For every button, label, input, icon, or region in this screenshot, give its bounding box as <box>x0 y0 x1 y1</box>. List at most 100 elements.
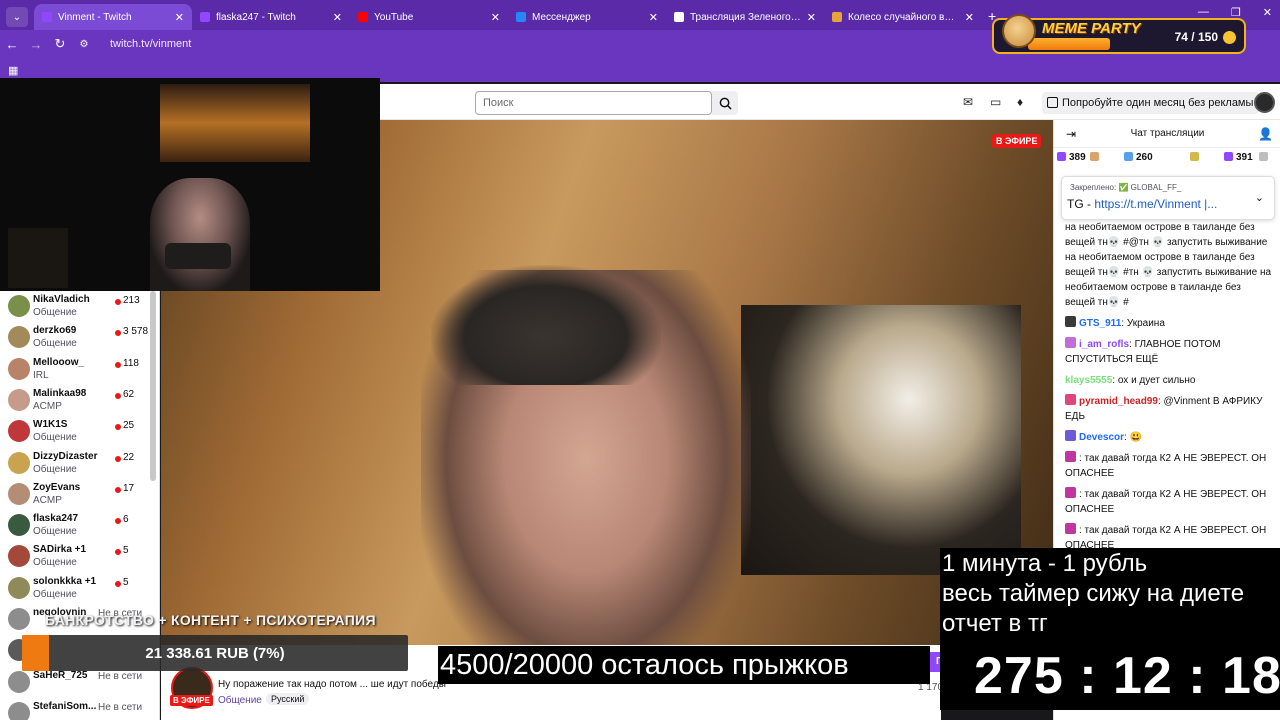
search-button[interactable] <box>712 91 738 115</box>
chat-username[interactable]: Devescor <box>1079 432 1124 443</box>
tab-close-icon[interactable]: ✕ <box>175 11 184 24</box>
chat-message: : так давай тогда К2 А НЕ ЭВЕРЕСТ. ОН ОП… <box>1065 451 1273 481</box>
tab-title: Трансляция Зеленого Слоника <box>690 11 801 23</box>
sidebar-channel[interactable]: ZoyEvans ACMP 17 <box>0 479 150 510</box>
back-icon[interactable]: ← <box>0 37 24 52</box>
chat-username[interactable]: klays5555 <box>1065 375 1112 386</box>
sidebar-channel[interactable]: solonkkka +1 Общение 5 <box>0 573 150 604</box>
tab-close-icon[interactable]: ✕ <box>491 11 500 24</box>
stream-tag[interactable]: Русский <box>266 693 310 705</box>
chat-badge-icon <box>1065 523 1076 534</box>
user-avatar[interactable] <box>1254 92 1275 113</box>
channel-game: Общение <box>33 432 77 444</box>
stream-title: Ну поражение так надо потом ... ше идут … <box>218 679 446 690</box>
browser-tab[interactable]: Мессенджер ✕ <box>508 4 666 30</box>
forward-icon[interactable]: → <box>24 37 48 52</box>
chat-username[interactable]: GTS_911 <box>1079 318 1121 329</box>
channel-game: Общение <box>33 463 77 475</box>
browser-tab[interactable]: Трансляция Зеленого Слоника ✕ <box>666 4 824 30</box>
sidebar-scrollbar[interactable] <box>150 291 156 481</box>
coin-icon <box>1223 31 1236 44</box>
apps-grid-icon[interactable]: ▦ <box>8 64 18 77</box>
pinned-text: TG - https://t.me/Vinment |... <box>1067 197 1217 211</box>
collapse-chat-icon[interactable]: ⇥ <box>1066 127 1076 141</box>
chevron-down-icon[interactable]: ⌄ <box>1255 191 1264 204</box>
gift-icon <box>1190 152 1199 161</box>
sidebar-channel[interactable]: SaHeR_725 Не в сети <box>0 667 150 698</box>
sidebar-channel[interactable]: DizzyDizaster Общение 22 <box>0 448 150 479</box>
tab-close-icon[interactable]: ✕ <box>807 11 816 24</box>
browser-tab[interactable]: YouTube ✕ <box>350 4 508 30</box>
channel-viewers: 213 <box>123 295 140 306</box>
tab-title: Колесо случайного выбора – <box>848 11 959 23</box>
sidebar-channel[interactable]: NikaVladich Общение 213 <box>0 291 150 322</box>
sidebar-channel[interactable]: derzko69 Общение 3 578 <box>0 322 150 353</box>
chat-message: : так давай тогда К2 А НЕ ЭВЕРЕСТ. ОН ОП… <box>1065 487 1273 517</box>
channel-name: flaska247 <box>33 513 79 525</box>
sidebar-channel[interactable]: Mellooow_ IRL 118 <box>0 354 150 385</box>
screen: ⌄ Vinment - Twitch ✕ flaska247 - Twitch ✕ Yo… <box>0 0 1280 720</box>
sidebar-channel[interactable]: Malinkaa98 ACMP 62 <box>0 385 150 416</box>
tab-title: Vinment - Twitch <box>58 11 132 23</box>
tab-close-icon[interactable]: ✕ <box>965 11 974 24</box>
browser-tab[interactable]: Vinment - Twitch ✕ <box>34 4 192 30</box>
reload-icon[interactable]: ↻ <box>48 36 72 52</box>
tab-search-button[interactable]: ⌄ <box>6 7 28 27</box>
stream-category[interactable]: Общение <box>218 695 262 706</box>
channel-game: Общение <box>33 588 77 600</box>
site-info-icon[interactable]: ⚙ <box>72 39 96 50</box>
inbox-icon[interactable]: ✉ <box>963 95 973 109</box>
search-input[interactable]: Поиск <box>475 91 712 115</box>
crown-icon <box>1047 97 1058 108</box>
gift-count <box>1259 152 1271 163</box>
channel-offline: Не в сети <box>98 701 143 713</box>
url-field[interactable]: twitch.tv/vinment <box>110 38 191 50</box>
gift-leaderboard: 389 260 391 <box>1054 150 1280 168</box>
pinned-message[interactable]: Закреплено: ✅ GLOBAL_FF_ TG - https://t.… <box>1061 176 1275 220</box>
channel-name: ZoyEvans <box>33 481 81 493</box>
channel-avatar <box>8 482 30 505</box>
donation-goal-text: 21 338.61 RUB (7%) <box>145 644 285 662</box>
chat-badge-icon <box>1065 451 1076 462</box>
webcam-shelf <box>8 228 68 288</box>
live-dot-icon <box>115 518 121 525</box>
channel-avatar <box>8 451 30 474</box>
pinned-prefix: TG - <box>1067 197 1095 211</box>
browser-tab[interactable]: flaska247 - Twitch ✕ <box>192 4 350 30</box>
tab-favicon-icon <box>42 12 52 22</box>
doge-icon <box>1002 14 1036 48</box>
live-dot-icon <box>115 361 121 368</box>
sidebar-channel[interactable]: W1K1S Общение 25 <box>0 416 150 447</box>
bits-icon[interactable]: ♦ <box>1017 95 1023 109</box>
chat-username[interactable]: i_am_rofls <box>1079 339 1129 350</box>
gift-count-value: 389 <box>1069 152 1086 163</box>
tab-close-icon[interactable]: ✕ <box>649 11 658 24</box>
whispers-icon[interactable]: ▭ <box>990 95 1001 109</box>
meme-party-title: MEME PARTY <box>1042 20 1141 37</box>
timer-line-2: весь таймер сижу на диете <box>942 580 1245 607</box>
chat-badge-icon <box>1065 316 1076 327</box>
sidebar-channel[interactable]: flaska247 Общение 6 <box>0 510 150 541</box>
chat-users-icon[interactable]: 👤 <box>1258 127 1273 141</box>
channel-name: SaHeR_725 <box>33 669 88 681</box>
close-window-icon[interactable]: ✕ <box>1263 6 1272 19</box>
sidebar-channel[interactable]: StefaniSom... Не в сети <box>0 698 150 720</box>
live-dot-icon <box>115 330 121 337</box>
tab-close-icon[interactable]: ✕ <box>333 11 342 24</box>
sidebar-channel[interactable]: SADirka +1 Общение 5 <box>0 541 150 572</box>
pinned-link[interactable]: https://t.me/Vinment |... <box>1094 197 1217 211</box>
gift-count-value: 391 <box>1236 152 1253 163</box>
channel-viewers: 3 578 <box>123 326 149 338</box>
channel-game: Общение <box>33 338 77 350</box>
tab-title: YouTube <box>374 11 414 23</box>
ad-free-promo-button[interactable]: Попробуйте один месяц без рекламы <box>1042 92 1260 114</box>
chat-badge-icon <box>1065 430 1076 441</box>
browser-tab[interactable]: Колесо случайного выбора – ✕ <box>824 4 982 30</box>
chat-message: GTS_911: Украина <box>1065 316 1273 331</box>
gift-count: 389 <box>1057 152 1086 163</box>
chat-username[interactable]: pyramid_head99 <box>1079 396 1158 407</box>
chat-message: klays5555: ох и дует сильно <box>1065 373 1273 388</box>
meme-party-widget: MEME PARTY 74 / 150 <box>992 14 1246 54</box>
timer-value: 275 : 12 : 18 <box>974 647 1280 705</box>
stream-caption: БАНКРОТСТВО + КОНТЕНТ + ПСИХОТЕРАПИЯ <box>45 612 376 628</box>
